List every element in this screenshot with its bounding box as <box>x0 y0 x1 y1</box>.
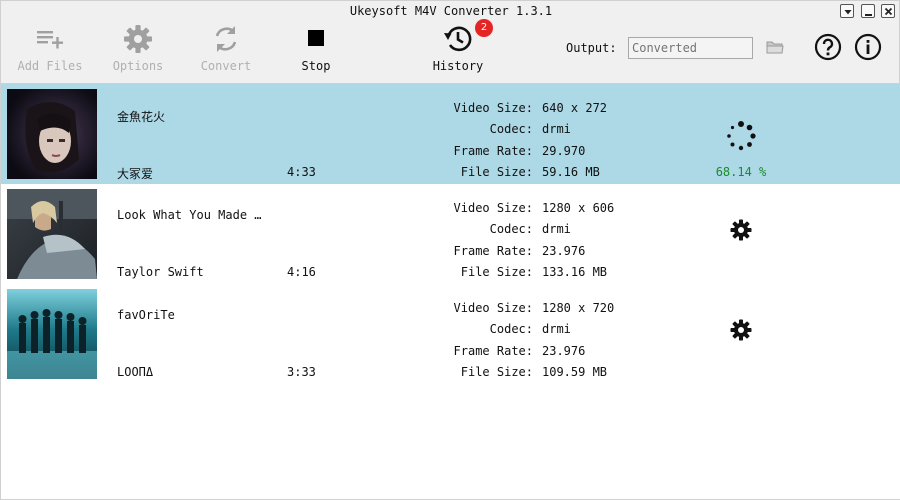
artist-name: 大冢爱 <box>117 167 154 181</box>
song-title: favOriTe <box>117 308 175 322</box>
gear-icon <box>124 25 152 53</box>
duration: 4:16 <box>287 265 316 279</box>
video-size-label: Video Size: <box>453 201 533 215</box>
song-title: 金魚花火 <box>117 110 166 124</box>
codec-value: drmi <box>542 322 571 336</box>
chevron-down-icon <box>844 10 852 15</box>
menu-dropdown-button[interactable] <box>840 4 854 18</box>
history-badge: 2 <box>475 19 493 37</box>
convert-button[interactable]: Convert <box>181 21 271 81</box>
file-size-value: 109.59 MB <box>542 365 608 379</box>
gear-icon <box>730 319 752 341</box>
video-thumbnail <box>7 89 97 179</box>
song-title: Look What You Made … <box>117 208 262 222</box>
folder-icon <box>766 41 784 54</box>
frame-rate-label: Frame Rate: <box>453 244 533 258</box>
stop-button[interactable]: Stop <box>271 21 361 81</box>
stop-icon <box>308 30 324 46</box>
close-button[interactable] <box>881 4 895 18</box>
list-item[interactable]: favOriTe LOOΠΔ 3:33 Video Size: 1280 x 7… <box>1 284 900 384</box>
options-button[interactable]: Options <box>93 21 183 81</box>
browse-folder-button[interactable] <box>766 39 784 55</box>
item-settings-button[interactable] <box>729 218 753 242</box>
video-thumbnail <box>7 189 97 279</box>
add-files-label: Add Files <box>17 59 83 73</box>
list-item[interactable]: 金魚花火 大冢爱 4:33 Video Size: 640 x 272 Code… <box>1 84 900 184</box>
frame-rate-value: 23.976 <box>542 344 586 358</box>
output-path-input[interactable] <box>628 37 753 59</box>
file-size-label: File Size: <box>460 365 533 379</box>
minimize-icon <box>865 14 872 16</box>
codec-value: drmi <box>542 222 571 236</box>
output-label: Output: <box>566 41 617 55</box>
file-list: 金魚花火 大冢爱 4:33 Video Size: 640 x 272 Code… <box>1 83 900 499</box>
frame-rate-value: 29.970 <box>542 144 586 158</box>
gear-icon <box>730 219 752 241</box>
minimize-button[interactable] <box>861 4 875 18</box>
file-size-label: File Size: <box>460 265 533 279</box>
file-size-value: 59.16 MB <box>542 165 600 179</box>
codec-label: Codec: <box>489 122 533 136</box>
history-button[interactable]: 2 History <box>413 19 503 81</box>
title-bar: Ukeysoft M4V Converter 1.3.1 <box>1 1 900 21</box>
history-icon <box>444 26 472 52</box>
history-label: History <box>432 59 484 73</box>
app-window: Ukeysoft M4V Converter 1.3.1 Add Files O… <box>0 0 900 500</box>
video-size-value: 1280 x 606 <box>542 201 615 215</box>
duration: 4:33 <box>287 165 316 179</box>
window-title: Ukeysoft M4V Converter 1.3.1 <box>349 4 553 18</box>
duration: 3:33 <box>287 365 316 379</box>
file-size-label: File Size: <box>460 165 533 179</box>
video-size-value: 1280 x 720 <box>542 301 615 315</box>
item-settings-button[interactable] <box>729 318 753 342</box>
question-icon <box>814 33 842 61</box>
artist-name: Taylor Swift <box>117 265 204 279</box>
add-files-button[interactable]: Add Files <box>5 21 95 81</box>
frame-rate-value: 23.976 <box>542 244 586 258</box>
codec-value: drmi <box>542 122 571 136</box>
file-size-value: 133.16 MB <box>542 265 608 279</box>
toolbar: Add Files Options Convert Stop 2 History… <box>1 19 900 83</box>
stop-label: Stop <box>301 59 331 73</box>
video-size-value: 640 x 272 <box>542 101 608 115</box>
frame-rate-label: Frame Rate: <box>453 144 533 158</box>
loading-spinner-icon <box>725 120 757 152</box>
codec-label: Codec: <box>489 222 533 236</box>
artist-name: LOOΠΔ <box>117 365 154 379</box>
progress-percent: 68.14 % <box>715 165 767 179</box>
help-button[interactable] <box>814 33 842 61</box>
frame-rate-label: Frame Rate: <box>453 344 533 358</box>
video-size-label: Video Size: <box>453 301 533 315</box>
info-button[interactable] <box>854 33 882 61</box>
convert-label: Convert <box>200 59 252 73</box>
video-size-label: Video Size: <box>453 101 533 115</box>
list-item[interactable]: Look What You Made … Taylor Swift 4:16 V… <box>1 184 900 284</box>
close-icon <box>884 7 893 16</box>
refresh-icon <box>215 26 237 52</box>
codec-label: Codec: <box>489 322 533 336</box>
options-label: Options <box>112 59 164 73</box>
video-thumbnail <box>7 289 97 379</box>
add-list-icon <box>37 31 63 49</box>
info-icon <box>854 33 882 61</box>
